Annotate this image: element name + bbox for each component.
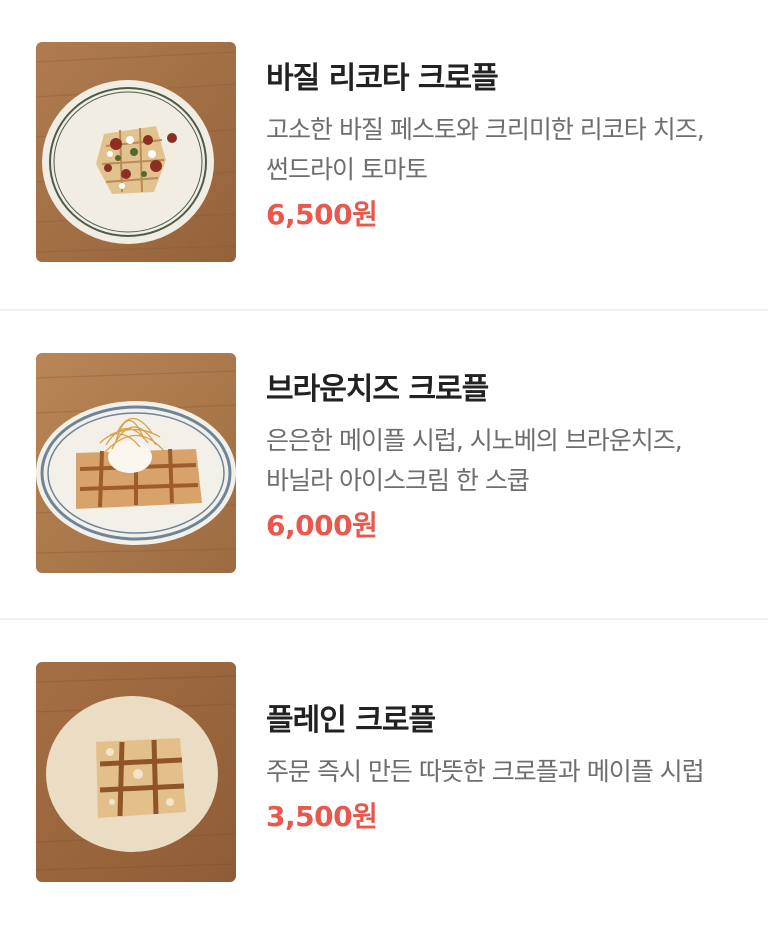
menu-item-description-line: 주문 즉시 만든 따뜻한 크로플과 메이플 시럽	[266, 757, 705, 786]
menu-item-description-line: 고소한 바질 페스토와 크리미한 리코타 치즈,	[266, 115, 705, 144]
menu-item-name: 플레인 크로플	[266, 703, 436, 738]
menu-item-info: 플레인 크로플 주문 즉시 만든 따뜻한 크로플과 메이플 시럽 3,500원	[266, 704, 748, 834]
menu-item-description-line: 바닐라 아이스크림 한 스쿱	[266, 466, 530, 495]
menu-item-name: 브라운치즈 크로플	[266, 372, 489, 407]
menu-item-description-line: 썬드라이 토마토	[266, 155, 428, 184]
menu-item-price: 6,500원	[266, 198, 378, 231]
menu-item-price: 6,000원	[266, 509, 378, 542]
menu-item-price: 3,500원	[266, 800, 378, 833]
menu-item-plain-croffle[interactable]: 플레인 크로플 주문 즉시 만든 따뜻한 크로플과 메이플 시럽 3,500원	[0, 618, 768, 927]
menu-item-description: 주문 즉시 만든 따뜻한 크로플과 메이플 시럽	[266, 752, 748, 792]
menu-item-photo	[36, 42, 236, 262]
menu-item-description: 은은한 메이플 시럽, 시노베의 브라운치즈, 바닐라 아이스크림 한 스쿱	[266, 421, 748, 501]
menu-item-info: 바질 리코타 크로플 고소한 바질 페스토와 크리미한 리코타 치즈, 썬드라이…	[266, 62, 748, 232]
menu-item-info: 브라운치즈 크로플 은은한 메이플 시럽, 시노베의 브라운치즈, 바닐라 아이…	[266, 373, 748, 543]
menu-item-photo	[36, 353, 236, 573]
menu-item-description-line: 은은한 메이플 시럽, 시노베의 브라운치즈,	[266, 426, 683, 455]
menu-item-photo	[36, 662, 236, 882]
menu-item-description: 고소한 바질 페스토와 크리미한 리코타 치즈, 썬드라이 토마토	[266, 110, 748, 190]
menu-item-brown-cheese-croffle[interactable]: 브라운치즈 크로플 은은한 메이플 시럽, 시노베의 브라운치즈, 바닐라 아이…	[0, 309, 768, 618]
menu-item-basil-ricotta-croffle[interactable]: 바질 리코타 크로플 고소한 바질 페스토와 크리미한 리코타 치즈, 썬드라이…	[0, 0, 768, 309]
menu-item-name: 바질 리코타 크로플	[266, 61, 499, 96]
menu-list: 바질 리코타 크로플 고소한 바질 페스토와 크리미한 리코타 치즈, 썬드라이…	[0, 0, 768, 927]
